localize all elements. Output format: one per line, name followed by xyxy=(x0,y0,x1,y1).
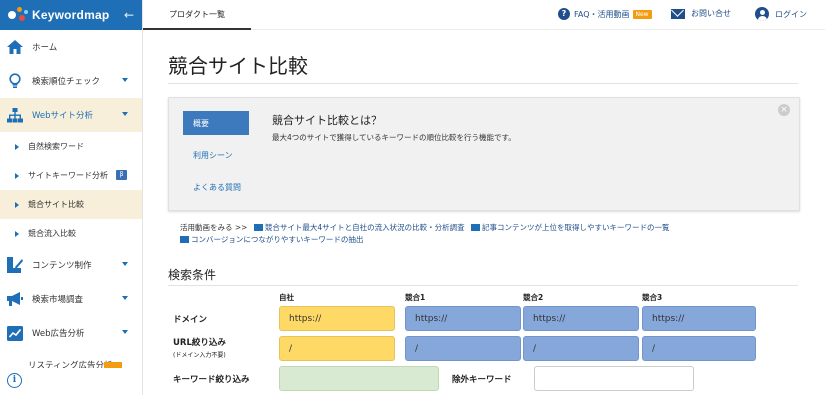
faq-label: FAQ・活用動画 xyxy=(574,9,630,19)
video-links: 活用動画をみる >> 競合サイト最大4サイトと自社の流入状況の比較・分析調査 記… xyxy=(180,222,780,246)
sidebar-item-listing-ads[interactable]: リスティング広告分析 xyxy=(0,356,142,368)
info-card-heading: 競合サイト比較とは？ xyxy=(272,114,382,127)
keyword-filter-label: キーワード絞り込み xyxy=(173,375,250,385)
sidebar: Keywordmap ← ホーム 検索順位チェック Webサイト分析 自然検索ワ… xyxy=(0,0,143,395)
chevron-down-icon xyxy=(122,330,128,334)
beta-badge: β xyxy=(116,170,127,180)
close-icon[interactable]: × xyxy=(778,104,790,116)
film-icon xyxy=(471,224,481,231)
info-card-description: 最大4つのサイトで獲得しているキーワードの順位比較を行う機能です。 xyxy=(272,133,516,142)
film-icon xyxy=(253,224,263,231)
main-content: 競合サイト比較 概要 利用シーン よくある質問 競合サイト比較とは？ 最大4つの… xyxy=(143,30,825,395)
sidebar-item-label: Web広告分析 xyxy=(32,329,85,339)
faq-link[interactable]: ? FAQ・活用動画 New xyxy=(558,8,652,20)
divider xyxy=(168,285,798,286)
url-input-own[interactable]: / xyxy=(279,336,395,361)
url-input-competitor-1[interactable]: / xyxy=(405,336,521,361)
video-links-prefix: 活用動画をみる >> xyxy=(180,223,248,232)
column-header-competitor-2: 競合2 xyxy=(523,293,544,302)
exclude-keyword-label: 除外キーワード xyxy=(452,375,512,385)
domain-input-competitor-2[interactable]: https:// xyxy=(523,306,639,331)
sidebar-subitem-competitor-comparison[interactable]: 競合サイト比較 xyxy=(0,190,142,219)
search-conditions-title: 検索条件 xyxy=(168,268,217,282)
tab-product-list[interactable]: プロダクト一覧 xyxy=(143,0,251,30)
domain-label: ドメイン xyxy=(173,315,208,325)
sidebar-subitem-label: 競合流入比較 xyxy=(28,229,76,238)
contact-label: お問い合せ xyxy=(691,9,731,18)
sidebar-subitem-site-keyword-analysis[interactable]: サイトキーワード分析 β xyxy=(0,161,142,190)
sidebar-item-website-analysis[interactable]: Webサイト分析 xyxy=(0,98,142,132)
bullet-arrow-icon xyxy=(15,202,19,208)
logo-bar: Keywordmap ← xyxy=(0,0,142,30)
url-filter-sublabel: (ドメイン入力不要) xyxy=(173,352,226,359)
url-filter-label: URL絞り込み (ドメイン入力不要) xyxy=(173,336,226,359)
sidebar-subitem-competitor-traffic[interactable]: 競合流入比較 xyxy=(0,219,142,248)
info-icon[interactable]: i xyxy=(7,373,22,388)
sidebar-subitem-label: サイトキーワード分析 xyxy=(28,171,108,180)
user-icon xyxy=(755,7,769,21)
sidebar-item-label: 検索市場調査 xyxy=(32,295,84,305)
film-icon xyxy=(180,236,189,243)
video-link[interactable]: コンバージョンにつながりやすいキーワードの抽出 xyxy=(191,235,363,244)
lightbulb-icon xyxy=(7,73,23,89)
home-icon xyxy=(7,39,23,55)
keyword-filter-input[interactable] xyxy=(279,366,439,391)
sidebar-item-label: ホーム xyxy=(32,43,58,53)
sitemap-icon xyxy=(7,107,23,123)
top-header: プロダクト一覧 ? FAQ・活用動画 New お問い合せ ログイン xyxy=(143,0,825,30)
sidebar-item-label: 検索順位チェック xyxy=(32,77,101,87)
line-chart-icon xyxy=(7,325,23,341)
page-title: 競合サイト比較 xyxy=(168,54,308,78)
tab-use-cases[interactable]: 利用シーン xyxy=(183,143,249,167)
video-link[interactable]: 記事コンテンツが上位を取得しやすいキーワードの一覧 xyxy=(482,223,669,232)
info-card-tabs: 概要 利用シーン よくある質問 xyxy=(183,111,249,207)
sidebar-subitem-organic-keywords[interactable]: 自然検索ワード xyxy=(0,132,142,161)
contact-link[interactable]: お問い合せ xyxy=(671,8,731,19)
bullet-arrow-icon xyxy=(15,144,19,150)
new-badge: New xyxy=(632,9,652,19)
sidebar-item-rank-check[interactable]: 検索順位チェック xyxy=(0,64,142,98)
sidebar-item-market-research[interactable]: 検索市場調査 xyxy=(0,282,142,316)
chevron-down-icon xyxy=(122,78,128,82)
sidebar-item-label: Webサイト分析 xyxy=(32,111,94,121)
sidebar-item-label: リスティング広告分析 xyxy=(28,361,113,368)
keywordmap-logo-icon xyxy=(8,7,28,23)
chevron-down-icon xyxy=(122,262,128,266)
logo-text: Keywordmap xyxy=(32,8,110,22)
tab-overview[interactable]: 概要 xyxy=(183,111,249,135)
divider xyxy=(168,83,798,84)
question-icon: ? xyxy=(558,8,570,20)
url-filter-label-text: URL絞り込み xyxy=(173,338,226,348)
tab-faq[interactable]: よくある質問 xyxy=(183,175,249,199)
sidebar-item-web-ads[interactable]: Web広告分析 xyxy=(0,316,142,350)
domain-input-own[interactable]: https:// xyxy=(279,306,395,331)
column-header-competitor-1: 競合1 xyxy=(405,293,426,302)
new-badge xyxy=(104,362,122,368)
login-link[interactable]: ログイン xyxy=(755,7,807,21)
domain-input-competitor-3[interactable]: https:// xyxy=(642,306,756,331)
column-header-competitor-3: 競合3 xyxy=(642,293,663,302)
sidebar-item-home[interactable]: ホーム xyxy=(0,30,142,64)
sidebar-item-label: コンテンツ制作 xyxy=(32,261,92,271)
bullet-arrow-icon xyxy=(15,173,19,179)
mail-icon xyxy=(671,8,685,19)
megaphone-icon xyxy=(7,291,23,307)
login-label: ログイン xyxy=(775,9,807,19)
content-edit-icon xyxy=(7,257,23,273)
video-link[interactable]: 競合サイト最大4サイトと自社の流入状況の比較・分析調査 xyxy=(265,223,465,232)
chevron-down-icon xyxy=(122,112,128,116)
domain-input-competitor-1[interactable]: https:// xyxy=(405,306,521,331)
url-input-competitor-2[interactable]: / xyxy=(523,336,639,361)
chevron-down-icon xyxy=(122,296,128,300)
sidebar-subitem-label: 競合サイト比較 xyxy=(28,200,84,209)
exclude-keyword-input[interactable] xyxy=(534,366,694,391)
bullet-arrow-icon xyxy=(15,231,19,237)
arrow-left-icon[interactable]: ← xyxy=(124,8,134,22)
info-card: 概要 利用シーン よくある質問 競合サイト比較とは？ 最大4つのサイトで獲得して… xyxy=(168,97,800,211)
column-header-own: 自社 xyxy=(279,293,294,302)
sidebar-subitem-label: 自然検索ワード xyxy=(28,142,84,151)
sidebar-item-content-creation[interactable]: コンテンツ制作 xyxy=(0,248,142,282)
url-input-competitor-3[interactable]: / xyxy=(642,336,756,361)
